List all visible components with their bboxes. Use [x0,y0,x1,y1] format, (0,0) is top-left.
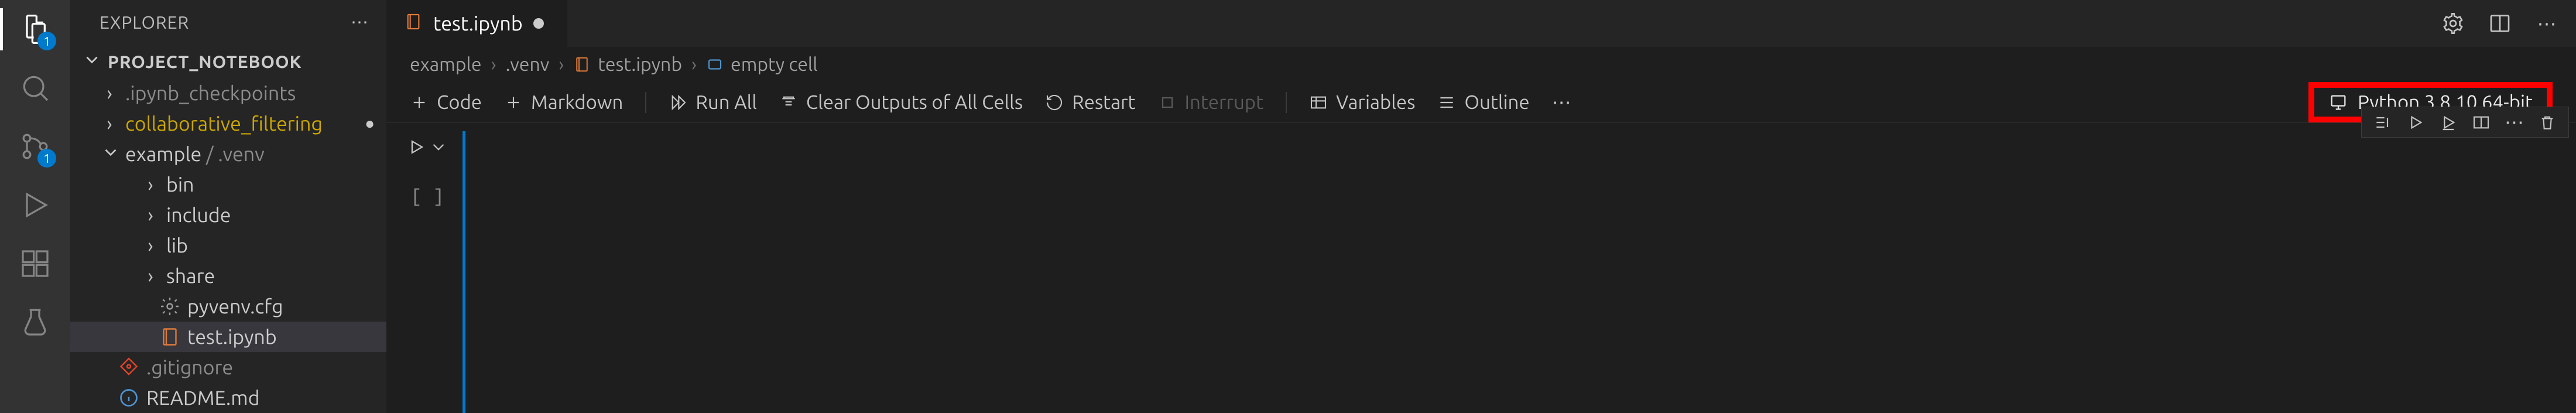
breadcrumbs: example › .venv › test.ipynb › empty cel… [386,47,2576,82]
execution-count: [ ] [410,186,444,208]
activity-extensions[interactable] [18,246,53,281]
run-by-line-icon[interactable] [2373,113,2392,132]
activity-explorer[interactable]: 1 [18,12,53,47]
info-file-icon [118,387,139,408]
variables-button[interactable]: Variables [1309,91,1415,113]
explorer-title: EXPLORER [100,12,189,32]
more-icon[interactable]: ⋯ [2535,12,2558,35]
execute-below-icon[interactable] [2439,113,2458,132]
tree-folder-ipynb-checkpoints[interactable]: › .ipynb_checkpoints [70,78,386,108]
chevron-right-icon: › [559,54,564,75]
breadcrumb-file[interactable]: test.ipynb [573,54,682,75]
split-cell-icon[interactable] [2472,113,2491,132]
split-editor-icon[interactable] [2488,12,2512,35]
tab-test-ipynb[interactable]: test.ipynb [386,0,568,47]
notebook-toolbar: Code Markdown Run All Clear Outputs of A… [386,82,2576,123]
run-all-button[interactable]: Run All [669,91,757,113]
explorer-sidebar: EXPLORER ⋯ PROJECT_NOTEBOOK › .ipynb_che… [70,0,386,413]
settings-gear-icon[interactable] [2441,12,2465,35]
modified-dot-icon: ● [365,114,375,133]
tree-folder-include[interactable]: › include [70,200,386,230]
activity-run-debug[interactable] [18,187,53,223]
tree-file-readme[interactable]: README.md [70,383,386,413]
explorer-header: EXPLORER ⋯ [70,0,386,45]
settings-file-icon [159,296,180,317]
tree-file-test-ipynb[interactable]: test.ipynb [70,322,386,352]
chevron-down-icon [82,50,102,73]
activity-search[interactable] [18,70,53,105]
chevron-right-icon: › [142,173,159,196]
execute-cell-icon[interactable] [2406,113,2425,132]
chevron-right-icon: › [142,265,159,287]
chevron-right-icon: › [491,54,496,75]
activity-source-control[interactable]: 1 [18,129,53,164]
breadcrumb-example[interactable]: example [410,54,482,75]
explorer-section-header[interactable]: PROJECT_NOTEBOOK [70,45,386,78]
gitignore-file-icon [118,357,139,378]
editor-area: test.ipynb ⋯ example › .venv › test.ipyn… [386,0,2576,413]
breadcrumb-venv[interactable]: .venv [506,54,550,75]
add-markdown-cell-button[interactable]: Markdown [504,91,623,113]
tree-folder-share[interactable]: › share [70,261,386,291]
clear-outputs-button[interactable]: Clear Outputs of All Cells [779,91,1023,113]
toolbar-more-icon[interactable]: ⋯ [1552,91,1571,114]
explorer-badge: 1 [37,32,56,50]
tab-actions: ⋯ [2441,0,2576,47]
scm-badge: 1 [37,149,56,168]
notebook-cell-area: [ ] ⋯ Python [386,123,2576,413]
tree-file-pyvenv[interactable]: pyvenv.cfg [70,291,386,322]
code-cell[interactable]: ⋯ Python [463,131,2576,413]
toolbar-divider [1286,92,1287,113]
breadcrumb-cell[interactable]: empty cell [706,54,818,75]
toolbar-divider [645,92,646,113]
tab-bar: test.ipynb ⋯ [386,0,2576,47]
cell-gutter: [ ] [404,131,451,413]
notebook-file-icon [404,12,423,35]
section-title: PROJECT_NOTEBOOK [108,52,302,71]
chevron-right-icon: › [142,204,159,226]
outline-button[interactable]: Outline [1437,91,1529,113]
tree-folder-lib[interactable]: › lib [70,230,386,261]
explorer-more-icon[interactable]: ⋯ [351,12,369,33]
file-tree: › .ipynb_checkpoints › collaborative_fil… [70,78,386,413]
chevron-right-icon: › [142,234,159,257]
activity-testing[interactable] [18,305,53,340]
tree-folder-collaborative-filtering[interactable]: › collaborative_filtering ● [70,108,386,139]
interrupt-kernel-button: Interrupt [1158,91,1264,113]
tree-folder-example[interactable]: example / .venv [70,139,386,169]
chevron-right-icon: › [101,82,118,104]
cell-more-icon[interactable]: ⋯ [2505,111,2524,134]
run-cell-button[interactable] [406,137,448,157]
delete-cell-icon[interactable] [2538,113,2557,132]
tree-folder-bin[interactable]: › bin [70,169,386,200]
chevron-down-icon [101,142,118,166]
notebook-file-icon [159,326,180,347]
cell-toolbar: ⋯ [2361,107,2569,138]
tab-label: test.ipynb [433,12,523,35]
tree-file-gitignore[interactable]: .gitignore [70,352,386,383]
unsaved-dot-icon [533,18,544,29]
activity-bar: 1 1 [0,0,70,413]
restart-kernel-button[interactable]: Restart [1045,91,1135,113]
chevron-right-icon: › [101,112,118,135]
chevron-right-icon: › [691,54,697,75]
add-code-cell-button[interactable]: Code [410,91,482,113]
